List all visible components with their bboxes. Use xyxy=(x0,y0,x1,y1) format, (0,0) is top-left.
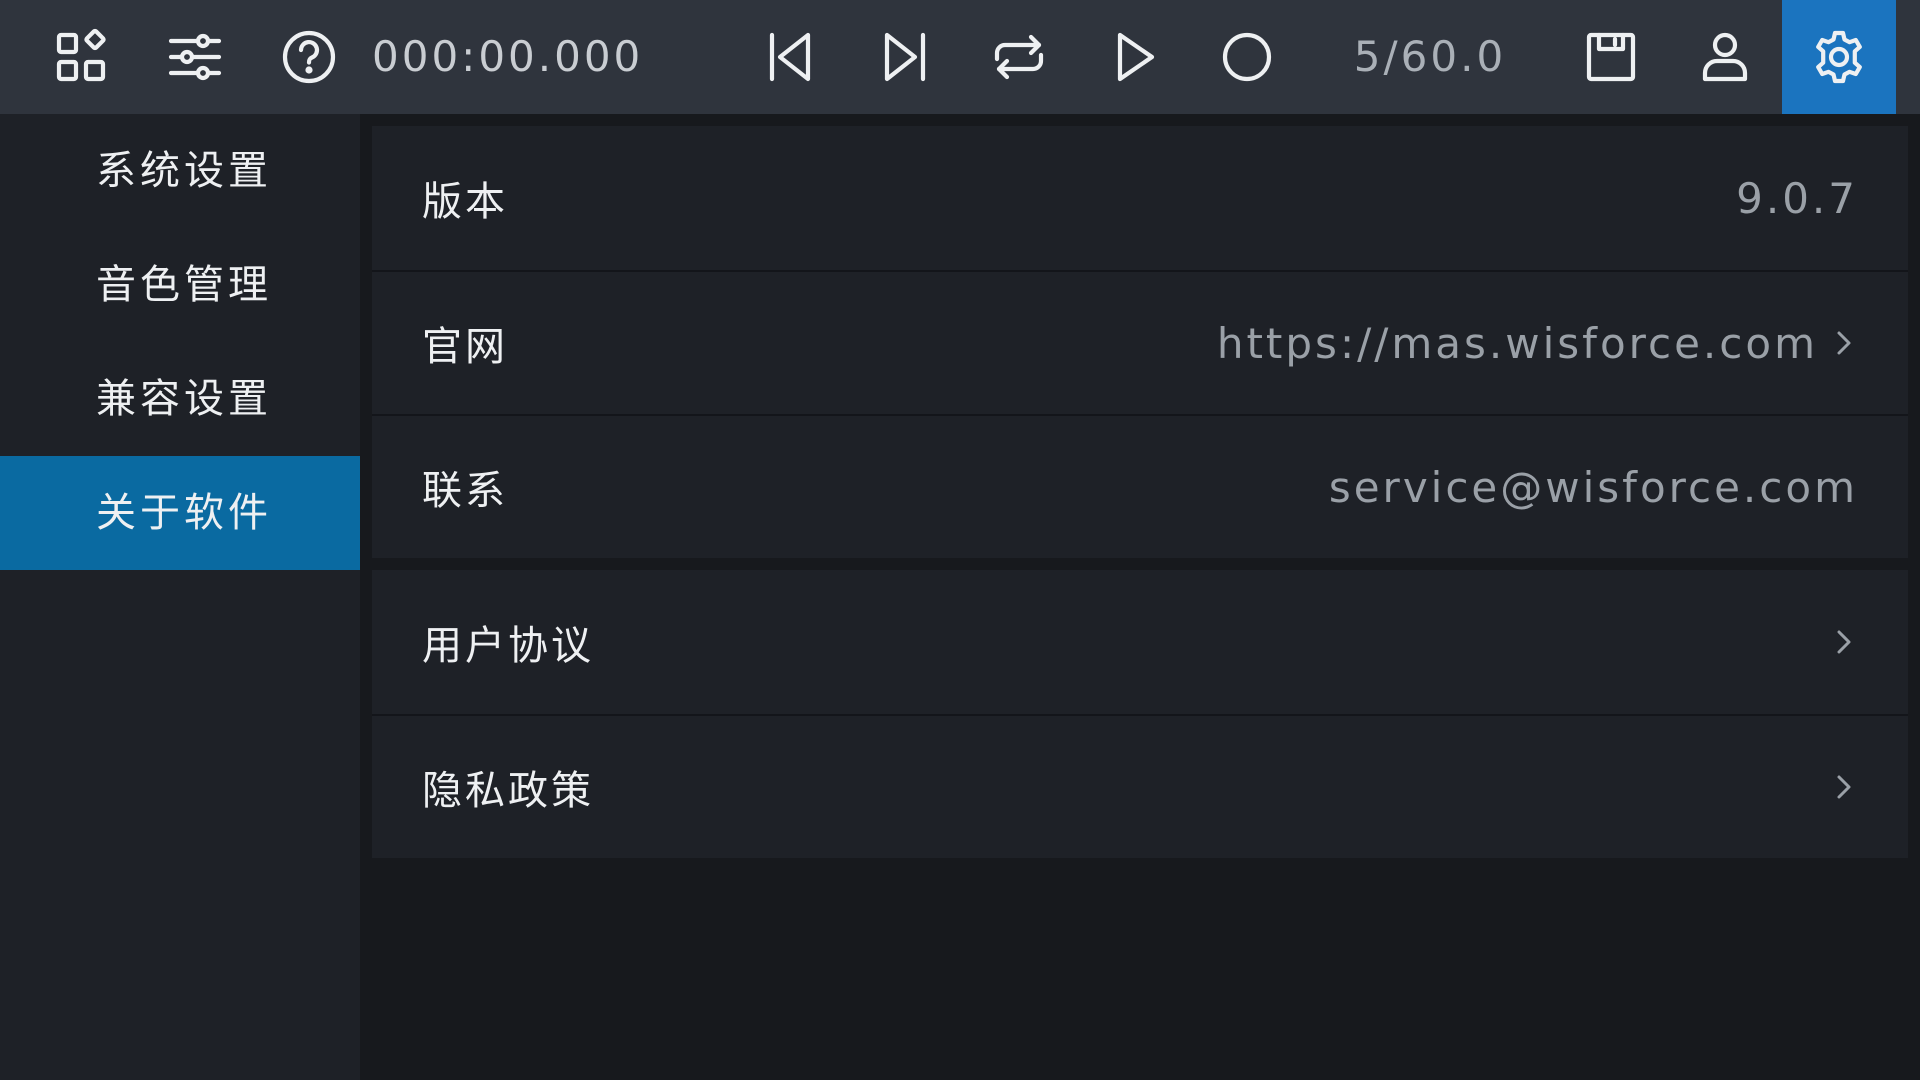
legal-group: 用户协议 隐私政策 xyxy=(372,570,1908,858)
apps-icon xyxy=(56,28,106,82)
user-agreement-row[interactable]: 用户协议 xyxy=(372,570,1908,714)
mixer-button[interactable] xyxy=(138,0,252,114)
version-value: 9.0.7 xyxy=(1736,173,1858,223)
skip-forward-button[interactable] xyxy=(848,0,962,114)
sidebar-item-tone-management[interactable]: 音色管理 xyxy=(0,228,360,342)
settings-sidebar: 系统设置 音色管理 兼容设置 关于软件 xyxy=(0,114,360,1080)
about-panel: 版本 9.0.7 官网 https://mas.wisforce.com 联系 … xyxy=(372,126,1908,870)
contact-row: 联系 service@wisforce.com xyxy=(372,414,1908,558)
sidebar-item-about-software[interactable]: 关于软件 xyxy=(0,456,360,570)
website-row[interactable]: 官网 https://mas.wisforce.com xyxy=(372,270,1908,414)
skip-back-button[interactable] xyxy=(733,0,847,114)
user-icon xyxy=(1702,32,1748,82)
contact-value: service@wisforce.com xyxy=(1328,462,1858,512)
version-row: 版本 9.0.7 xyxy=(372,126,1908,270)
save-button[interactable] xyxy=(1554,0,1668,114)
bpm-display[interactable]: 5/60.0 xyxy=(1340,0,1520,114)
user-button[interactable] xyxy=(1668,0,1782,114)
gear-icon xyxy=(1816,30,1862,84)
loop-icon xyxy=(994,34,1044,80)
apps-button[interactable] xyxy=(24,0,138,114)
help-button[interactable] xyxy=(252,0,366,114)
chevron-right-icon xyxy=(1828,323,1858,363)
sliders-icon xyxy=(168,33,222,81)
play-icon xyxy=(1117,32,1155,82)
timecode-display: 000:00.000 xyxy=(372,32,644,81)
skip-back-icon xyxy=(769,32,811,82)
privacy-policy-label: 隐私政策 xyxy=(422,768,594,814)
info-group: 版本 9.0.7 官网 https://mas.wisforce.com 联系 … xyxy=(372,126,1908,558)
skip-forward-icon xyxy=(884,32,926,82)
sidebar-item-compatibility-settings[interactable]: 兼容设置 xyxy=(0,342,360,456)
help-icon xyxy=(282,30,336,84)
loop-button[interactable] xyxy=(962,0,1076,114)
chevron-right-icon xyxy=(1828,767,1858,807)
save-icon xyxy=(1586,32,1636,82)
website-label: 官网 xyxy=(422,324,508,370)
website-value: https://mas.wisforce.com xyxy=(1216,318,1818,368)
settings-button[interactable] xyxy=(1782,0,1896,114)
privacy-policy-row[interactable]: 隐私政策 xyxy=(372,714,1908,858)
play-button[interactable] xyxy=(1077,0,1191,114)
contact-label: 联系 xyxy=(422,468,508,514)
version-label: 版本 xyxy=(422,179,508,225)
sidebar-item-system-settings[interactable]: 系统设置 xyxy=(0,114,360,228)
record-icon xyxy=(1222,32,1272,82)
user-agreement-label: 用户协议 xyxy=(422,623,594,669)
record-button[interactable] xyxy=(1190,0,1304,114)
chevron-right-icon xyxy=(1828,622,1858,662)
top-toolbar: 000:00.000 5/60.0 xyxy=(0,0,1920,114)
